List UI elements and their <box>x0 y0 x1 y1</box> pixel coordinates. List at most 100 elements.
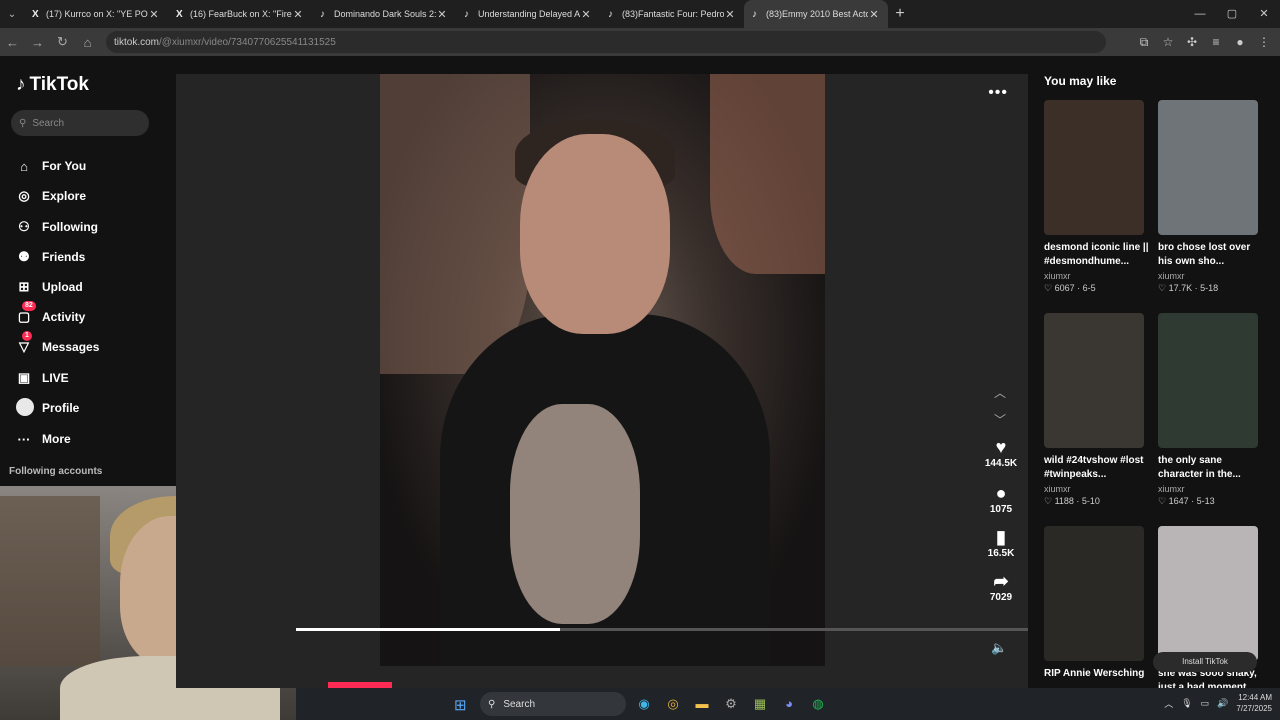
tab-favicon-icon: ♪ <box>320 8 325 20</box>
windows-start-icon[interactable]: ⊞ <box>454 696 467 714</box>
logo-text: TikTok <box>29 74 89 95</box>
tab-close-icon[interactable]: ✕ <box>436 8 448 21</box>
game-app-icon[interactable]: ▦ <box>750 694 770 714</box>
tab-close-icon[interactable]: ✕ <box>724 8 736 21</box>
speaker-icon[interactable]: 🔊 <box>1217 698 1228 709</box>
browser-tab[interactable]: ♪ (83)Fantastic Four: Pedro P ✕ <box>600 0 744 28</box>
card-author[interactable]: xiumxr <box>1158 271 1258 281</box>
taskbar-search[interactable]: ⚲ Search <box>480 692 626 716</box>
more-options-icon[interactable]: ••• <box>988 84 1008 102</box>
sidebar-item-friends[interactable]: ⚉ Friends <box>16 247 85 267</box>
video-background-person-left <box>380 74 530 374</box>
like-button[interactable]: ♥ 144.5K <box>976 436 1026 469</box>
browser-tab[interactable]: X (17) Kurrco on X: "YE POW ✕ <box>24 0 168 28</box>
card-title: desmond iconic line || #desmondhume... <box>1044 242 1149 267</box>
video-subject-hands <box>510 404 640 624</box>
sidebar-item-profile[interactable]: Profile <box>16 397 80 418</box>
tab-favicon-icon: ♪ <box>752 8 757 20</box>
browser-tab[interactable]: X (16) FearBuck on X: "Fire br ✕ <box>168 0 312 28</box>
microphone-icon[interactable]: 🎙 <box>1181 698 1192 709</box>
recommendation-card[interactable]: wild #24tvshow #lost #twinpeaks... xiumxr… <box>1044 313 1144 507</box>
share-button[interactable]: ➦ 7029 <box>976 570 1026 603</box>
sidebar-item-activity[interactable]: ▢ 82 Activity <box>16 301 86 327</box>
sidebar-item-messages[interactable]: ▽ 1 Messages <box>16 331 99 357</box>
url-field[interactable]: tiktok.com/@xiumxr/video/734077062554113… <box>106 31 1106 53</box>
install-tiktok-button[interactable]: Install TikTok <box>1153 652 1257 672</box>
next-video-icon[interactable]: ﹀ <box>994 411 1006 428</box>
card-author[interactable]: xiumxr <box>1044 484 1144 494</box>
video-thumbnail[interactable] <box>1044 313 1144 448</box>
video-thumbnail[interactable] <box>1158 100 1258 235</box>
recommendation-card[interactable]: the only sane character in the... xiumxr ♡… <box>1158 313 1258 507</box>
sidebar-item-following[interactable]: ⚇ Following <box>16 217 98 237</box>
card-author[interactable]: xiumxr <box>1044 271 1144 281</box>
home-button-icon[interactable]: ⌂ <box>75 35 100 50</box>
notification-badge: 82 <box>22 301 36 311</box>
forward-icon[interactable]: → <box>25 35 50 50</box>
maximize-icon[interactable]: ▢ <box>1216 0 1248 28</box>
tab-close-icon[interactable]: ✕ <box>148 8 160 21</box>
back-icon[interactable]: ← <box>0 35 25 50</box>
sidebar-item-live[interactable]: ▣ LIVE <box>16 368 69 388</box>
video-progress-fill <box>296 628 560 631</box>
steam-icon[interactable]: ⚙ <box>721 694 741 714</box>
video-player[interactable] <box>380 74 825 666</box>
previous-video-icon[interactable]: ︿ <box>994 384 1006 401</box>
new-tab-button[interactable]: + <box>888 5 912 23</box>
sidebar-item-explore[interactable]: ◎ Explore <box>16 186 86 206</box>
edge-icon[interactable]: ◉ <box>634 694 654 714</box>
volume-icon[interactable]: 🔈 <box>991 640 1007 656</box>
video-subject-head <box>520 134 670 334</box>
video-thumbnail[interactable] <box>1158 313 1258 448</box>
chrome-icon[interactable]: ◎ <box>663 694 683 714</box>
browser-tab[interactable]: ♪ Dominando Dark Souls 2: E ✕ <box>312 0 456 28</box>
comment-button[interactable]: ● 1075 <box>976 482 1026 515</box>
tab-favicon-icon: ♪ <box>464 8 469 20</box>
search-input[interactable]: ⚲ Search <box>11 110 149 136</box>
sidebar-item-label: Activity <box>42 310 86 324</box>
recommendation-card[interactable]: desmond iconic line || #desmondhume... xi… <box>1044 100 1149 294</box>
video-progress-bar[interactable] <box>296 628 1028 631</box>
display-icon[interactable]: ▭ <box>1201 698 1210 709</box>
tab-close-icon[interactable]: ✕ <box>292 8 304 21</box>
browser-menu-icon[interactable]: ⋮ <box>1252 35 1276 49</box>
tray-chevron-icon[interactable]: ︿ <box>1164 697 1173 710</box>
profile-avatar-icon[interactable]: ● <box>1228 35 1252 49</box>
recommendation-card[interactable]: bro chose lost over his own sho... xiumxr… <box>1158 100 1258 294</box>
reload-icon[interactable]: ↻ <box>50 34 75 50</box>
recommendations-panel: You may like desmond iconic line || #des… <box>1036 56 1280 693</box>
video-thumbnail[interactable] <box>1044 526 1144 661</box>
clock[interactable]: 12:44 AM 7/27/2025 <box>1236 692 1272 714</box>
video-thumbnail[interactable] <box>1044 100 1144 235</box>
bookmark-count: 16.5K <box>987 548 1015 559</box>
install-app-icon[interactable]: ⧉ <box>1132 35 1156 50</box>
sidebar-item-upload[interactable]: ⊞ Upload <box>16 277 83 297</box>
tiktok-logo[interactable]: ♪ TikTok <box>16 74 89 96</box>
sidebar-item-more[interactable]: ··· More <box>16 429 71 449</box>
recommendation-card[interactable]: RIP Annie Wersching <box>1044 526 1144 681</box>
tab-close-icon[interactable]: ✕ <box>580 8 592 21</box>
video-panel: ••• ︿ ﹀ ♥ 144.5K ● 1075 ▮ 16.5K ➦ 7029 🔈 <box>176 74 1028 688</box>
tab-search-icon[interactable]: ⌄ <box>0 0 24 28</box>
discord-icon[interactable]: ◕ <box>779 694 799 714</box>
video-thumbnail[interactable] <box>1158 526 1258 661</box>
bookmark-button[interactable]: ▮ 16.5K <box>976 526 1026 559</box>
bookmark-star-icon[interactable]: ☆ <box>1156 35 1180 49</box>
browser-tab[interactable]: ♪ Understanding Delayed At ✕ <box>456 0 600 28</box>
sidebar-item-for-you[interactable]: ⌂ For You <box>16 156 86 176</box>
messages-icon: ▽ 1 <box>16 331 32 355</box>
close-window-icon[interactable]: ✕ <box>1248 0 1280 28</box>
share-icon: ➦ <box>993 571 1009 591</box>
tab-close-icon[interactable]: ✕ <box>868 8 880 21</box>
browser-tab[interactable]: ♪ (83)Emmy 2010 Best Actor ✕ <box>744 0 888 28</box>
tab-title: (17) Kurrco on X: "YE POW <box>46 9 148 19</box>
sidebar-item-label: Profile <box>42 401 80 415</box>
more-icon: ··· <box>17 431 31 447</box>
card-author[interactable]: xiumxr <box>1158 484 1258 494</box>
spotify-icon[interactable]: ◍ <box>808 694 828 714</box>
sidebar-item-label: More <box>42 432 71 446</box>
reading-list-icon[interactable]: ≡ <box>1204 35 1228 49</box>
file-explorer-icon[interactable]: ▬ <box>692 694 712 714</box>
minimize-icon[interactable]: — <box>1184 0 1216 28</box>
extensions-icon[interactable]: ✣ <box>1180 35 1204 49</box>
